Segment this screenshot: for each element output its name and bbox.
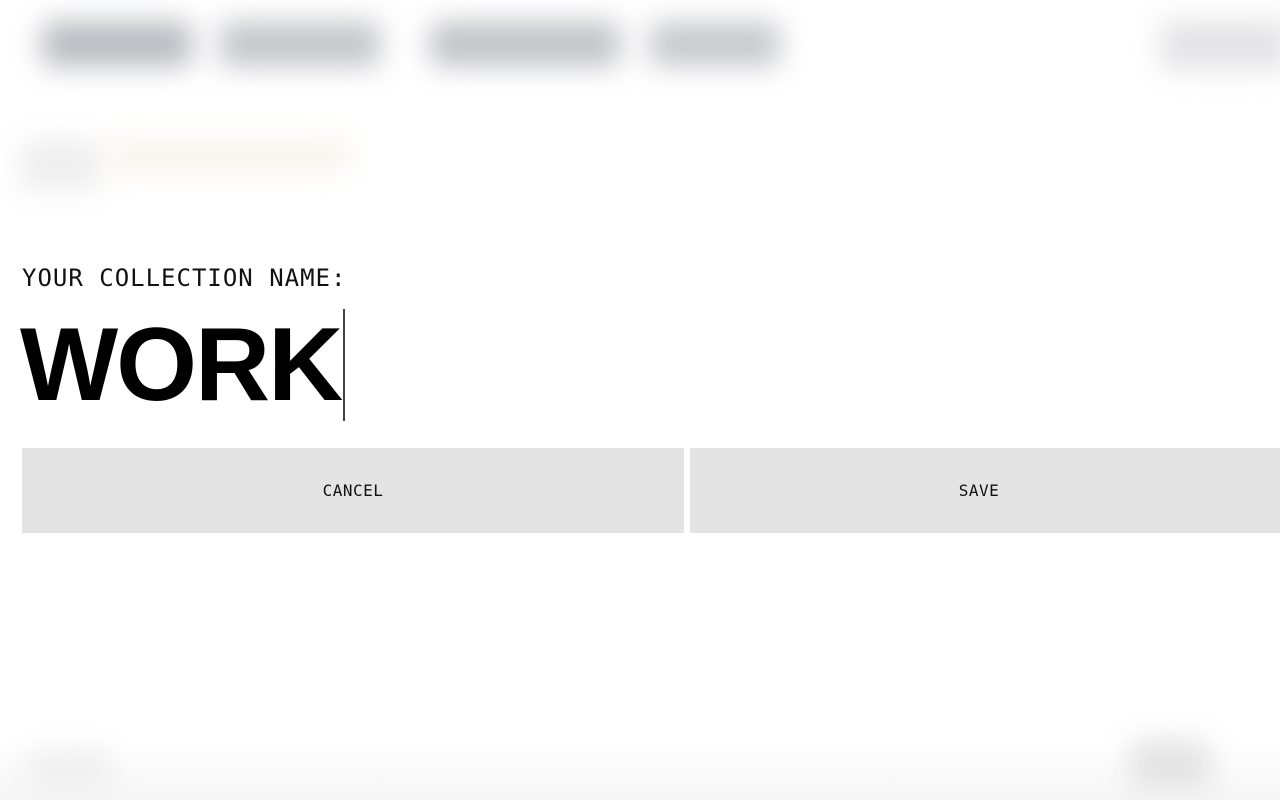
text-caret	[343, 309, 345, 421]
cancel-button[interactable]: CANCEL	[22, 448, 684, 533]
collection-name-input[interactable]: WORK	[20, 306, 345, 424]
save-button[interactable]: SAVE	[690, 448, 1280, 533]
save-button-label: SAVE	[958, 481, 1000, 500]
collection-name-dialog: YOUR COLLECTION NAME: WORK CANCEL SAVE	[0, 0, 1280, 800]
collection-name-label: YOUR COLLECTION NAME:	[22, 264, 347, 292]
collection-name-value[interactable]: WORK	[20, 306, 343, 424]
